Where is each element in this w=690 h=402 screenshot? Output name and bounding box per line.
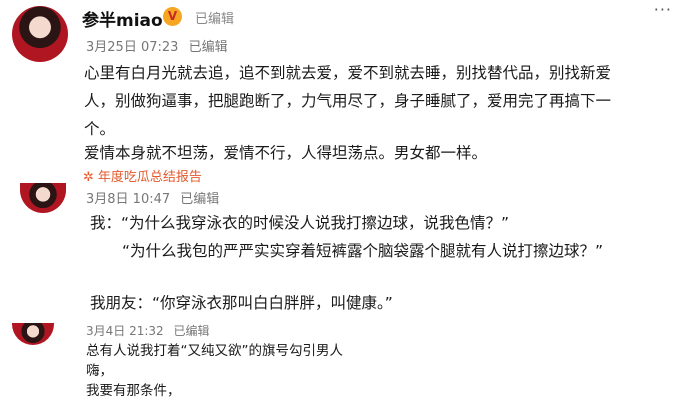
firework-icon: ✲ — [83, 170, 94, 185]
post-text-line: 爱情本身就不坦荡，爱情不行，人得坦荡点。男女都一样。 — [84, 144, 488, 162]
more-options-icon[interactable]: ··· — [654, 0, 672, 19]
post-text-line: 心里有白月光就去追，追不到就去爱，爱不到就去睡，别找替代品，别找新爱 — [84, 64, 612, 82]
post-text-line: 嗨， — [86, 363, 113, 379]
username[interactable]: 参半miao — [82, 6, 163, 31]
topic-tag-label: 年度吃瓜总结报告 — [97, 170, 202, 185]
avatar[interactable] — [12, 6, 68, 62]
post-date-text: 3月4日 21:32 — [86, 324, 164, 338]
topic-tag[interactable]: ✲ 年度吃瓜总结报告 — [83, 166, 202, 185]
avatar[interactable] — [12, 323, 54, 345]
post-text-line: 我朋友：“你穿泳衣那叫白白胖胖，叫健康。” — [90, 294, 393, 312]
post-text-line: 总有人说我打着“又纯又欲”的旗号勾引男人 — [86, 343, 343, 359]
avatar[interactable] — [20, 183, 66, 213]
post-date: 3月8日 10:47 已编辑 — [86, 188, 219, 207]
vip-badge-icon: V — [163, 7, 182, 26]
post-text-line: 我：“为什么我穿泳衣的时候没人说我打擦边球，说我色情？” — [90, 214, 510, 232]
edited-label: 已编辑 — [180, 192, 220, 207]
edited-label: 已编辑 — [173, 324, 210, 338]
post-text-line: 我要有那条件， — [86, 383, 181, 399]
follow-status: 已编辑 — [195, 12, 235, 27]
post-text-line: “为什么我包的严严实实穿着短裤露个脑袋露个腿就有人说打擦边球？” — [122, 242, 604, 260]
post-date-text: 3月25日 07:23 — [86, 40, 179, 55]
post-date: 3月25日 07:23 已编辑 — [86, 36, 228, 55]
post-date-text: 3月8日 10:47 — [86, 192, 171, 207]
edited-label: 已编辑 — [188, 40, 228, 55]
post-text-line: 个。 — [84, 120, 116, 138]
post-date: 3月4日 21:32 已编辑 — [86, 322, 210, 339]
post-text-line: 人，别做狗逼事，把腿跑断了，力气用尽了，身子睡腻了，爱用完了再搞下一 — [84, 92, 612, 110]
